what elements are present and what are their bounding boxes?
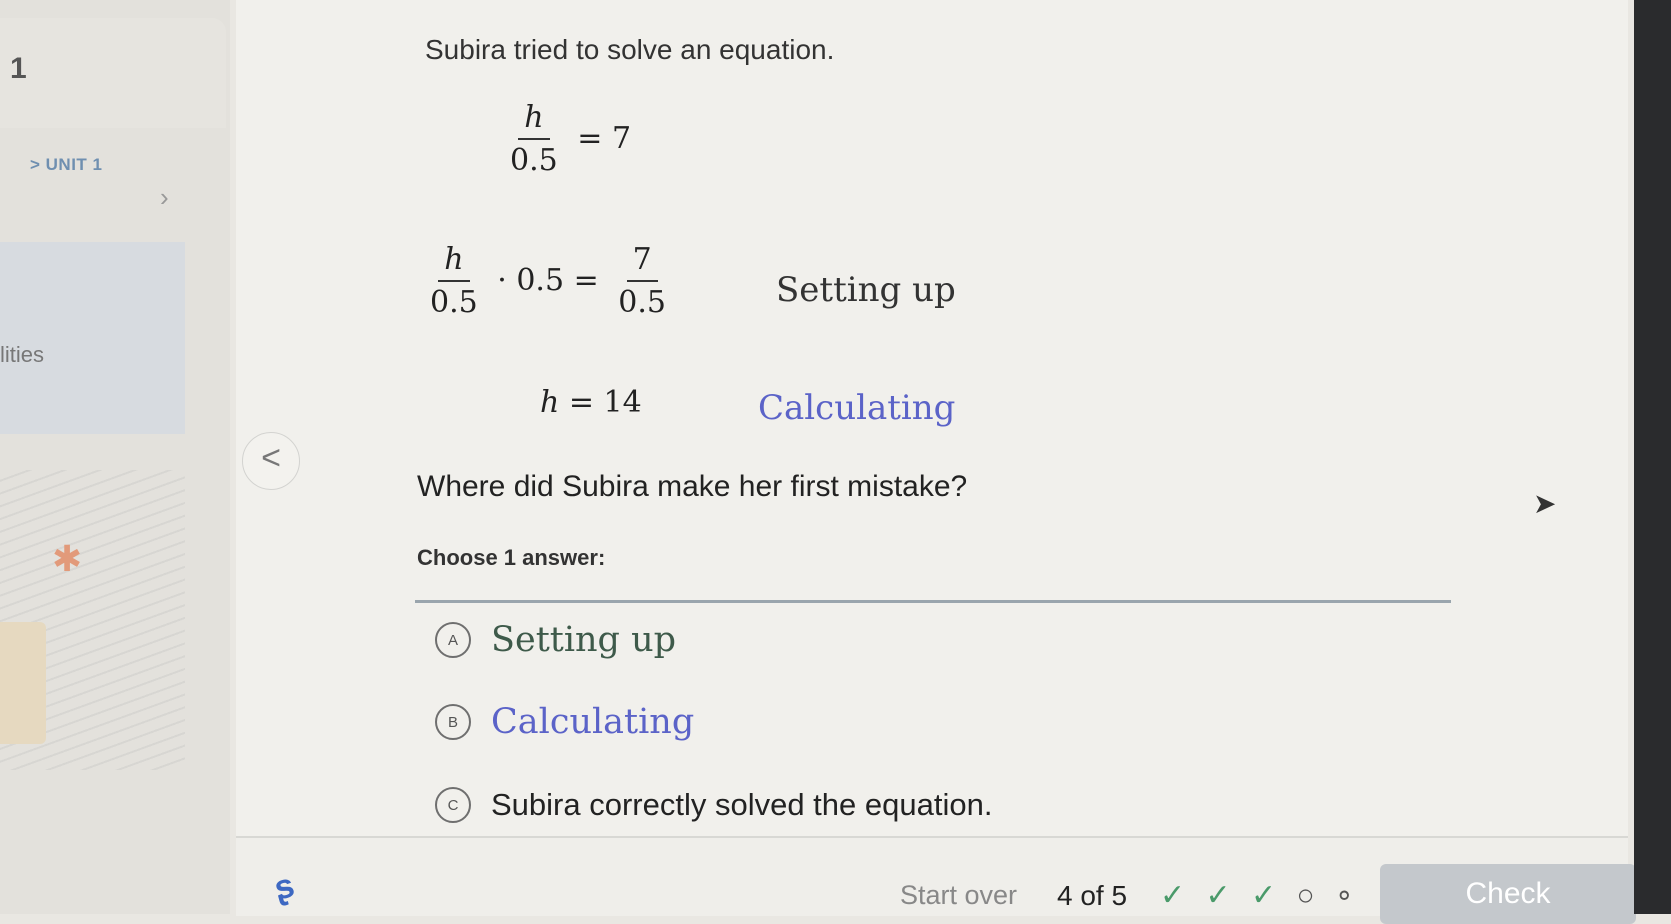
fraction-denominator: 0.5 [510,143,558,178]
progress-indicators: ✓ ✓ ✓ ○ ∘ [1160,878,1360,913]
equation-step-3: h = 14 [540,385,642,420]
check-button[interactable]: Check [1380,864,1636,924]
left-sidebar: 1 > UNIT 1 › lities ✱ [0,0,230,914]
choice-c-label[interactable]: Subira correctly solved the equation. [491,787,992,823]
chevron-right-icon[interactable]: › [160,182,169,213]
choose-instruction: Choose 1 answer: [417,545,606,570]
sidebar-card [0,18,226,128]
fraction-numerator: h [518,98,550,140]
step-label-setting-up: Setting up [776,270,956,310]
equation-step-2: h 0.5 · 0.5 = 7 0.5 [420,240,676,324]
equation-step-1: h 0.5 = 7 [500,98,631,182]
choice-b-radio[interactable]: B [435,704,471,740]
step-label-calculating: Calculating [758,388,956,428]
mouse-cursor-icon: ➤ [1533,488,1557,519]
equation-rhs: = 7 [577,121,632,156]
upcoming-dot-icon: ∘ [1334,879,1360,912]
sidebar-number: 1 [10,52,27,85]
right-edge-panel [1634,0,1671,914]
choice-b[interactable]: B Calculating [435,702,694,742]
equation-rhs: = 14 [568,385,642,420]
sidebar-item-active[interactable] [0,242,185,434]
choice-c-radio[interactable]: C [435,787,471,823]
choice-a-label[interactable]: Setting up [491,620,676,660]
sidebar-unit-link[interactable]: > UNIT 1 [30,155,103,175]
question-prompt: Where did Subira make her first mistake? [417,470,968,503]
choice-c[interactable]: C Subira correctly solved the equation. [435,787,992,823]
fraction-numerator: h [438,240,470,282]
star-icon: ✱ [52,538,83,579]
choice-b-label[interactable]: Calculating [491,702,694,742]
equation-operator: · 0.5 = [497,263,599,298]
fraction-numerator: 7 [626,240,658,282]
fraction-denominator: 0.5 [430,285,478,320]
start-over-link[interactable]: Start over [900,880,1017,911]
previous-button[interactable]: < [242,432,300,490]
fraction-denominator: 0.5 [618,285,666,320]
current-circle-icon: ○ [1296,879,1321,912]
sidebar-tab [0,622,46,744]
choice-a-radio[interactable]: A [435,622,471,658]
fraction: 7 0.5 [612,240,672,324]
fraction: h 0.5 [504,98,564,182]
fraction: h 0.5 [424,240,484,324]
sidebar-item-label: lities [0,342,45,367]
exercise-panel [236,0,1628,914]
divider [415,600,1451,603]
choice-a[interactable]: A Setting up [435,620,676,660]
progress-count: 4 of 5 [1057,880,1128,911]
question-intro: Subira tried to solve an equation. [425,34,835,65]
equation-lhs: h [540,385,560,420]
completed-check-icons: ✓ ✓ ✓ [1160,879,1283,912]
